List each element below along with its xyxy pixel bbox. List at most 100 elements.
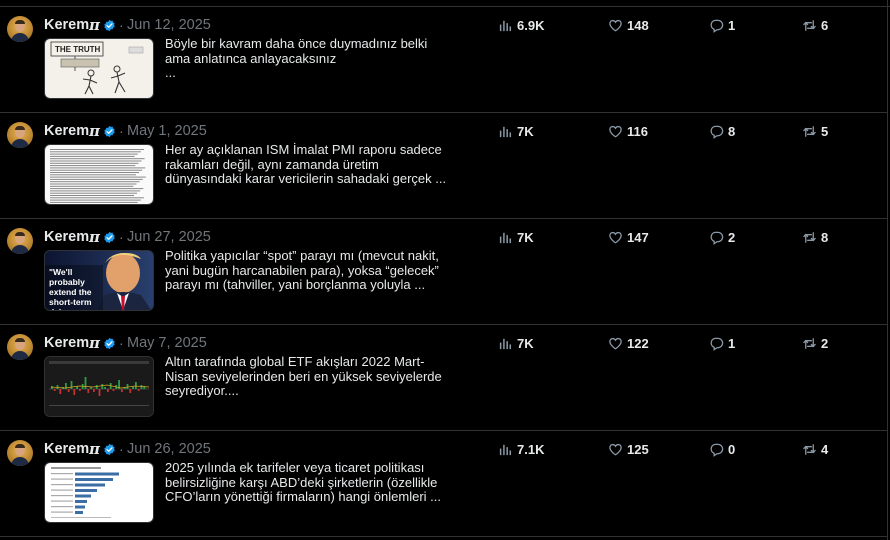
reply-button[interactable]: 1 [709,335,735,351]
reply-button[interactable]: 8 [709,123,735,139]
verified-badge-icon [104,337,115,350]
post-date[interactable]: May 1, 2025 [127,123,207,139]
repost-button[interactable]: 8 [802,229,828,245]
separator-dot: · [119,335,124,351]
post-text[interactable]: Her ay açıklanan ISM İmalat PMI raporu s… [165,142,455,187]
post-thumbnail[interactable]: "We'll probably extend the short-term de… [44,250,154,311]
post-thumbnail[interactable]: THE TRUTH [44,38,154,99]
separator-dot: · [119,441,124,457]
heart-icon [609,125,622,138]
heart-icon [609,231,622,244]
repost-button[interactable]: 2 [802,335,828,351]
bar-chart-icon [499,232,512,243]
thumbnail-caption: THE TRUTH [55,45,101,54]
post-text[interactable]: 2025 yılında ek tarifeler veya ticaret p… [165,460,455,505]
like-button[interactable]: 147 [608,229,649,245]
like-button[interactable]: 125 [608,441,649,457]
replies-count: 2 [728,229,736,245]
bar-chart-icon [499,20,512,31]
post-thumbnail[interactable] [44,356,154,417]
verified-badge-icon [104,231,115,244]
views-stat[interactable]: 7K [498,229,534,245]
views-count: 7K [517,335,534,351]
replies-count: 1 [728,335,736,351]
right-divider [887,0,888,540]
avatar[interactable] [7,228,33,254]
separator-dot: · [119,17,124,33]
post-date[interactable]: Jun 26, 2025 [127,441,211,457]
verified-badge-icon [104,19,115,32]
post-text[interactable]: Böyle bir kavram daha önce duymadınız be… [165,36,455,81]
likes-count: 125 [627,441,649,457]
author-pi-symbol: π [89,122,100,140]
author-name[interactable]: Kerem [44,335,89,351]
verified-badge-icon [104,125,115,138]
post-text[interactable]: Politika yapıcılar “spot” parayı mı (mev… [165,248,455,293]
heart-icon [609,19,622,32]
post-date[interactable]: May 7, 2025 [127,335,207,351]
repost-button[interactable]: 6 [802,17,828,33]
post-row[interactable]: Kerem π · Jun 26, 2025 2025 yılında ek t… [0,431,887,537]
avatar[interactable] [7,16,33,42]
repost-arrows-icon [803,443,816,455]
repost-button[interactable]: 4 [802,441,828,457]
views-stat[interactable]: 7K [498,335,534,351]
views-stat[interactable]: 7K [498,123,534,139]
like-button[interactable]: 122 [608,335,649,351]
replies-count: 1 [728,17,736,33]
author-pi-symbol: π [89,228,100,246]
separator-dot: · [119,229,124,245]
post-row[interactable]: Kerem π · Jun 12, 2025 THE TRUTH Böyle b… [0,7,887,113]
verified-badge-icon [104,443,115,456]
repost-arrows-icon [803,125,816,137]
reply-button[interactable]: 1 [709,17,735,33]
replies-count: 8 [728,123,736,139]
post-thumbnail[interactable] [44,462,154,523]
likes-count: 116 [627,123,648,139]
post-row[interactable]: Kerem π · May 1, 2025 Her ay açıklanan I… [0,113,887,219]
post-date[interactable]: Jun 27, 2025 [127,229,211,245]
views-count: 6.9K [517,17,545,33]
speech-bubble-icon [710,337,724,351]
views-count: 7.1K [517,441,545,457]
avatar[interactable] [7,334,33,360]
bar-chart-icon [499,444,512,455]
avatar[interactable] [7,122,33,148]
post-text[interactable]: Altın tarafında global ETF akışları 2022… [165,354,455,399]
reposts-count: 5 [821,123,829,139]
author-pi-symbol: π [89,440,100,458]
reposts-count: 8 [821,229,829,245]
avatar[interactable] [7,440,33,466]
post-date[interactable]: Jun 12, 2025 [127,17,211,33]
speech-bubble-icon [710,125,724,139]
replies-count: 0 [728,441,736,457]
likes-count: 122 [627,335,649,351]
post-row[interactable]: Kerem π · Jun 27, 2025 "We'll probably e… [0,219,887,325]
like-button[interactable]: 148 [608,17,649,33]
speech-bubble-icon [710,443,724,457]
views-stat[interactable]: 6.9K [498,17,544,33]
reposts-count: 2 [821,335,829,351]
author-name[interactable]: Kerem [44,229,89,245]
author-name[interactable]: Kerem [44,17,89,33]
views-stat[interactable]: 7.1K [498,441,544,457]
speech-bubble-icon [710,19,724,33]
heart-icon [609,443,622,456]
reply-button[interactable]: 0 [709,441,735,457]
post-thumbnail[interactable] [44,144,154,205]
like-button[interactable]: 116 [608,123,648,139]
separator-dot: · [119,123,124,139]
bar-chart-icon [499,338,512,349]
repost-button[interactable]: 5 [802,123,828,139]
heart-icon [609,337,622,350]
reposts-count: 6 [821,17,829,33]
views-count: 7K [517,123,534,139]
post-row[interactable]: Kerem π · May 7, 2025 Altın tarafında gl… [0,325,887,431]
likes-count: 147 [627,229,649,245]
reply-button[interactable]: 2 [709,229,735,245]
author-name[interactable]: Kerem [44,123,89,139]
views-count: 7K [517,229,534,245]
repost-arrows-icon [803,231,816,243]
bar-chart-icon [499,126,512,137]
author-name[interactable]: Kerem [44,441,89,457]
